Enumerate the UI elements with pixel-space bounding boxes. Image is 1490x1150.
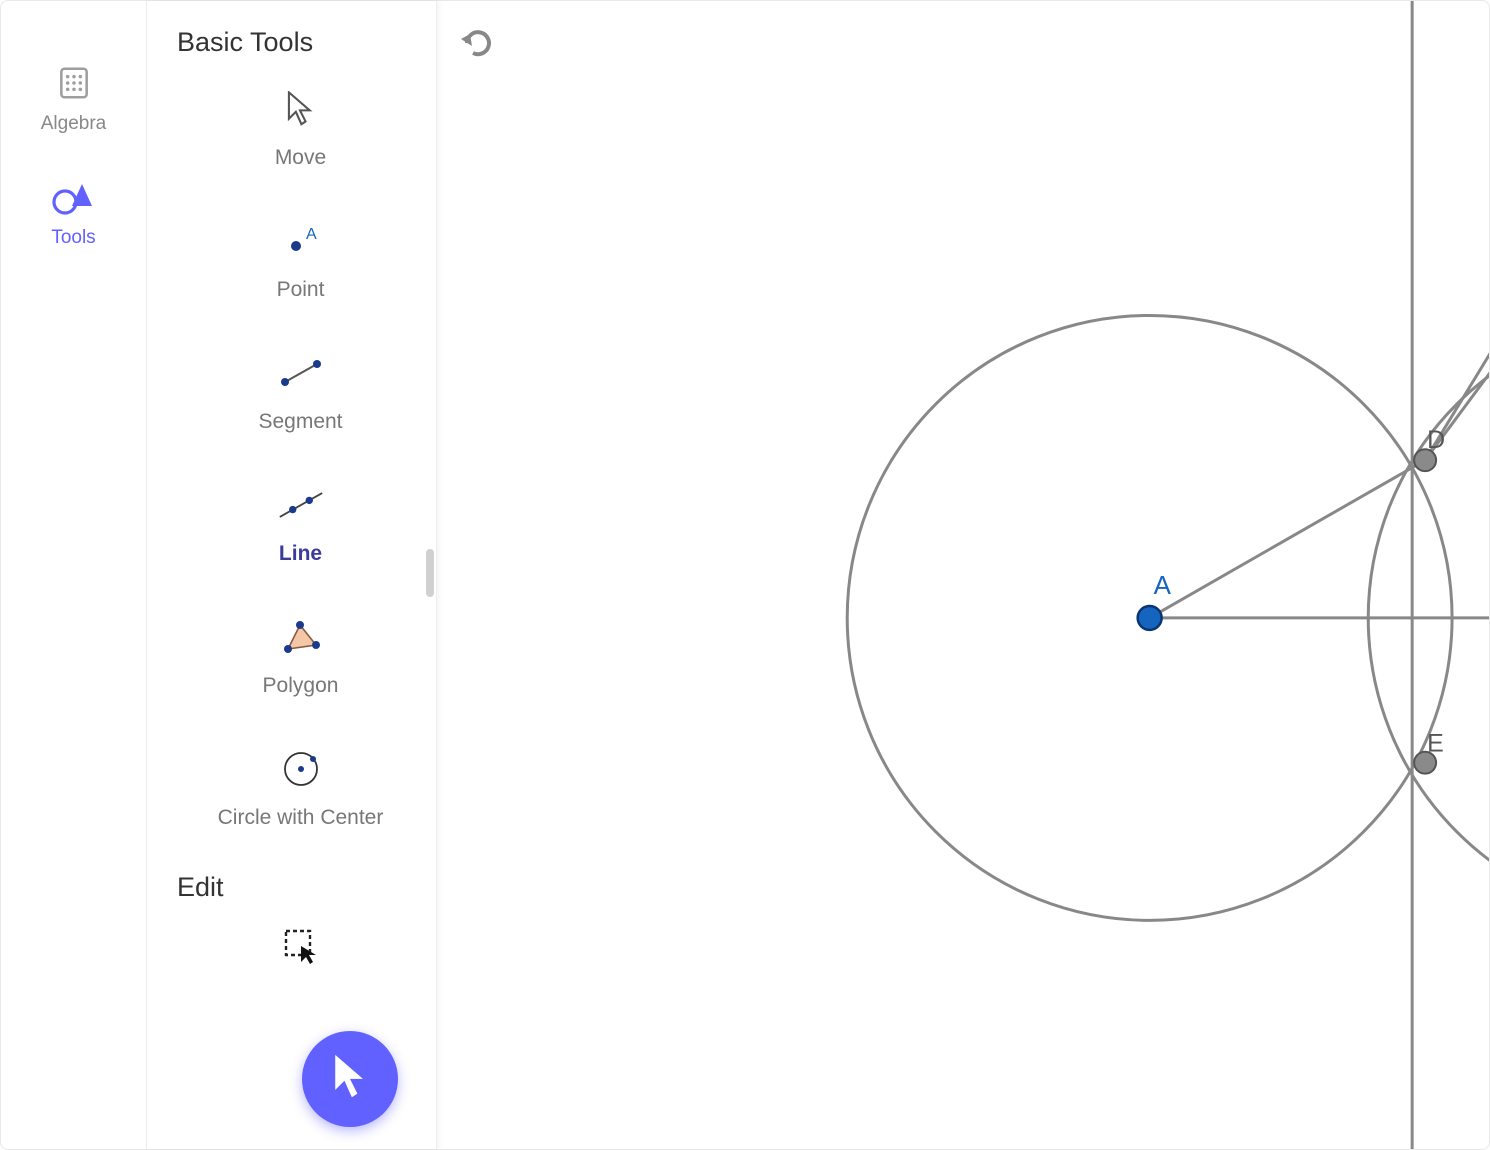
undo-button[interactable] — [459, 29, 499, 69]
circle-center-icon — [278, 746, 324, 792]
segment-icon — [278, 350, 324, 396]
tool-polygon[interactable]: Polygon — [263, 614, 339, 698]
tool-point[interactable]: A Point — [277, 218, 325, 302]
tool-label: Point — [277, 278, 325, 302]
calculator-icon — [52, 61, 96, 105]
label-d: D — [1427, 426, 1445, 454]
tool-move[interactable]: Move — [275, 86, 326, 170]
cursor-icon — [277, 86, 323, 132]
tool-label: Line — [279, 542, 322, 566]
point-a[interactable] — [1138, 606, 1162, 630]
shapes-icon — [51, 175, 95, 219]
nav-tools[interactable]: Tools — [51, 175, 95, 249]
label-a: A — [1154, 572, 1172, 600]
tool-label: Polygon — [263, 674, 339, 698]
tool-label: Move — [275, 146, 326, 170]
tool-segment[interactable]: Segment — [258, 350, 342, 434]
line-icon — [278, 482, 324, 528]
tool-circle-center[interactable]: Circle with Center — [218, 746, 384, 830]
tool-panel: Basic Tools Move A Point — [147, 1, 437, 1149]
svg-text:A: A — [306, 226, 317, 243]
nav-label: Tools — [51, 227, 95, 249]
cursor-fill-icon — [329, 1053, 371, 1106]
tool-panel-edit-heading: Edit — [177, 872, 424, 903]
left-nav: Algebra Tools — [1, 1, 147, 1149]
select-rect-icon[interactable] — [278, 923, 324, 969]
point-icon: A — [278, 218, 324, 264]
tool-label: Circle with Center — [218, 806, 384, 830]
segment-ad[interactable] — [1150, 460, 1425, 618]
nav-algebra[interactable]: Algebra — [41, 61, 107, 135]
tool-label: Segment — [258, 410, 342, 434]
tool-panel-heading: Basic Tools — [177, 27, 424, 58]
canvas-wrap: A B D E — [437, 1, 1489, 1149]
tool-list: Move A Point — [177, 86, 424, 830]
app-root: Algebra Tools Basic Tools Move — [0, 0, 1490, 1150]
geometry-canvas[interactable]: A B D E — [437, 1, 1489, 1149]
nav-label: Algebra — [41, 113, 107, 135]
label-e: E — [1427, 730, 1444, 758]
tool-panel-scrollbar[interactable] — [426, 549, 434, 597]
polygon-icon — [277, 614, 323, 660]
tool-line[interactable]: Line — [278, 482, 324, 566]
fab-pointer[interactable] — [302, 1031, 398, 1127]
